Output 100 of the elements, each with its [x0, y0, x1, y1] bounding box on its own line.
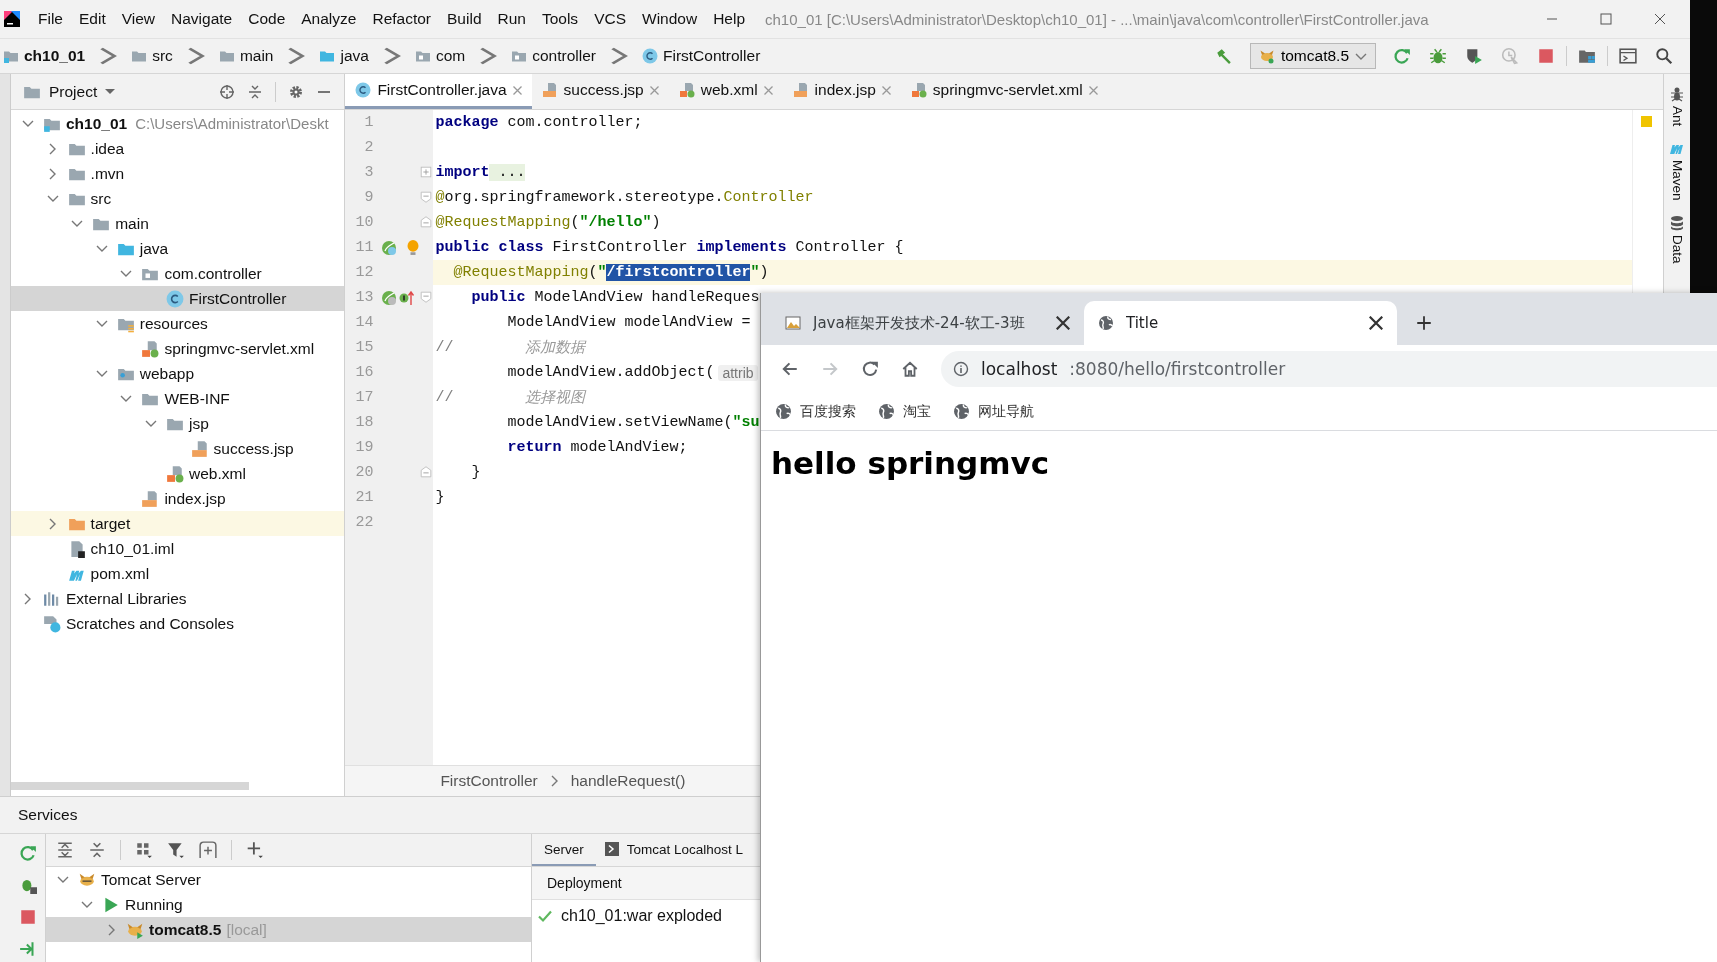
breadcrumb-item[interactable]: FirstController	[638, 47, 764, 65]
breadcrumb-item[interactable]: controller	[508, 47, 599, 65]
fold-marker-icon[interactable]	[419, 465, 434, 479]
tree-row[interactable]: main	[11, 211, 345, 236]
tree-row[interactable]: target	[11, 511, 345, 536]
tree-row[interactable]: webapp	[11, 361, 345, 386]
chevron-right-icon[interactable]	[49, 517, 57, 530]
menu-item[interactable]: Refactor	[364, 10, 440, 28]
chevron-down-icon[interactable]	[120, 395, 133, 402]
tree-row[interactable]: Running	[46, 892, 531, 917]
editor-tab[interactable]: web.xml	[668, 74, 783, 109]
menu-item[interactable]: Window	[634, 10, 706, 28]
chevron-down-icon[interactable]	[22, 120, 34, 127]
tree-row[interactable]: src	[11, 186, 345, 211]
add-icon[interactable]	[246, 841, 264, 859]
chevron-down-icon[interactable]	[145, 420, 157, 427]
maximize-icon[interactable]	[1598, 11, 1614, 27]
terminal-icon[interactable]	[1619, 47, 1637, 65]
search-icon[interactable]	[1655, 47, 1673, 65]
tree-row[interactable]: Scratches and Consoles	[11, 611, 345, 636]
new-group-icon[interactable]	[199, 841, 217, 859]
tree-row[interactable]: External Libraries	[11, 586, 345, 611]
reload-icon[interactable]	[861, 360, 879, 378]
expand-all-icon[interactable]	[56, 841, 74, 859]
tree-row[interactable]: springmvc-servlet.xml	[11, 336, 345, 361]
deploy-icon[interactable]	[18, 940, 37, 958]
chevron-down-icon[interactable]	[57, 876, 69, 883]
chevron-down-icon[interactable]	[95, 370, 108, 377]
close-icon[interactable]	[1369, 316, 1383, 330]
tree-row[interactable]: tomcat8.5 [local]	[46, 917, 531, 942]
tree-row[interactable]: success.jsp	[11, 436, 345, 461]
close-icon[interactable]	[1056, 316, 1070, 330]
tree-row[interactable]: WEB-INF	[11, 386, 345, 411]
hammer-icon[interactable]	[1214, 47, 1233, 65]
tree-row[interactable]: .mvn	[11, 161, 345, 186]
tool-window-button[interactable]: Ant	[1669, 86, 1685, 127]
tool-window-button[interactable]: Maven	[1669, 140, 1685, 201]
breadcrumb-item[interactable]: com	[411, 47, 469, 65]
fold-marker-icon[interactable]	[419, 290, 434, 304]
rerun-icon[interactable]	[1393, 47, 1411, 65]
chevron-down-icon[interactable]	[46, 195, 59, 202]
filter-icon[interactable]	[167, 841, 185, 859]
browser-tab[interactable]: Java框架开发技术-24-软工-3班	[771, 301, 1084, 345]
menu-item[interactable]: Analyze	[293, 10, 365, 28]
tree-row[interactable]: web.xml	[11, 461, 345, 486]
tree-row[interactable]: ch10_01.iml	[11, 536, 345, 561]
warning-marker[interactable]	[1641, 116, 1653, 127]
deployment-item[interactable]: ch10_01:war exploded	[532, 900, 737, 932]
tree-row[interactable]: resources	[11, 311, 345, 336]
run-configuration-dropdown[interactable]: tomcat8.5	[1249, 43, 1376, 69]
browser-tab[interactable]: Title	[1084, 301, 1397, 345]
project-structure-icon[interactable]	[1578, 47, 1596, 65]
close-icon[interactable]	[1652, 11, 1668, 27]
chevron-right-icon[interactable]	[49, 167, 57, 180]
breadcrumb-item[interactable]: FirstController	[440, 772, 538, 790]
menu-item[interactable]: Navigate	[163, 10, 241, 28]
stop-icon[interactable]	[18, 908, 37, 926]
tree-row[interactable]: index.jsp	[11, 486, 345, 511]
chevron-down-icon[interactable]	[95, 245, 108, 252]
menu-item[interactable]: Help	[705, 10, 754, 28]
menu-item[interactable]: File	[30, 10, 71, 28]
bean-icon[interactable]	[381, 239, 398, 256]
chevron-down-icon[interactable]	[71, 220, 84, 227]
chevron-right-icon[interactable]	[49, 142, 57, 155]
editor-tab[interactable]: success.jsp	[531, 74, 669, 109]
fold-marker-icon[interactable]	[419, 215, 434, 229]
editor-tab[interactable]: springmvc-servlet.xml	[900, 74, 1108, 109]
stop-icon[interactable]	[1537, 47, 1555, 65]
collapse-all-icon[interactable]	[247, 83, 264, 100]
editor-tab[interactable]: FirstController.java	[345, 74, 532, 109]
menu-item[interactable]: View	[113, 10, 164, 28]
fold-marker-icon[interactable]	[419, 165, 434, 179]
collapse-all-icon[interactable]	[88, 841, 106, 859]
editor-tab[interactable]: index.jsp	[782, 74, 901, 109]
menu-item[interactable]: Build	[439, 10, 490, 28]
debug-icon[interactable]	[1429, 47, 1447, 65]
breadcrumb-item[interactable]: ch10_01	[0, 47, 89, 65]
fold-marker-icon[interactable]	[419, 190, 434, 204]
breadcrumb-item[interactable]: handleRequest()	[570, 772, 686, 790]
bookmark[interactable]: 淘宝	[878, 402, 931, 421]
tree-row[interactable]: jsp	[11, 411, 345, 436]
group-icon[interactable]	[135, 841, 153, 859]
chevron-down-icon[interactable]	[120, 270, 133, 277]
menu-item[interactable]: Tools	[533, 10, 587, 28]
home-icon[interactable]	[901, 360, 919, 378]
tool-window-button[interactable]: Data	[1669, 214, 1685, 264]
info-icon[interactable]	[953, 361, 969, 377]
scrollbar-thumb[interactable]	[11, 782, 249, 790]
menu-item[interactable]: Edit	[71, 10, 114, 28]
coverage-icon[interactable]	[1465, 47, 1483, 65]
chevron-right-icon[interactable]	[107, 923, 115, 936]
panel-title[interactable]: Project	[23, 82, 116, 101]
tree-row[interactable]: java	[11, 236, 345, 261]
tree-row[interactable]: ch10_01 C:\Users\Administrator\Deskt	[11, 111, 345, 136]
chevron-down-icon[interactable]	[81, 901, 93, 908]
tree-row[interactable]: FirstController	[11, 286, 345, 311]
address-field[interactable]: localhost :8080/hello/firstcontroller	[941, 351, 1717, 387]
menu-item[interactable]: VCS	[586, 10, 634, 28]
implements-icon[interactable]	[399, 289, 416, 306]
breadcrumb-item[interactable]: src	[128, 47, 176, 65]
